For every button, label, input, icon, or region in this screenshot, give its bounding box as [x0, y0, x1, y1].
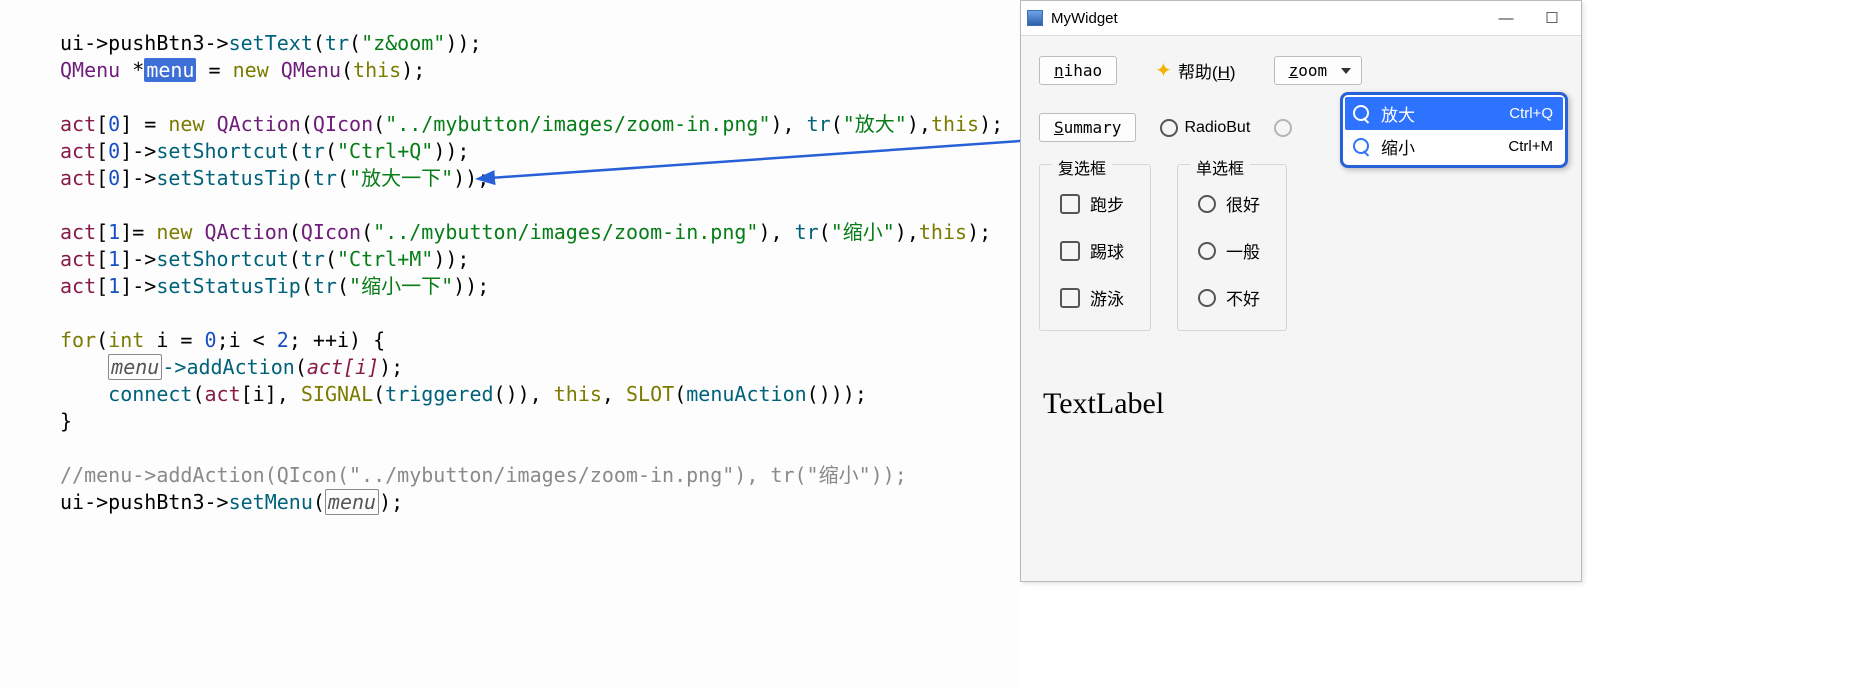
radio-item[interactable]: 一般: [1198, 238, 1260, 263]
window-title: MyWidget: [1051, 10, 1118, 27]
zoom-out-icon: [1353, 138, 1371, 156]
help-icon: ✦: [1155, 58, 1172, 83]
radio-icon: [1198, 242, 1216, 260]
chevron-down-icon: [1341, 68, 1351, 74]
nihao-button[interactable]: nihao: [1039, 56, 1117, 85]
radio-icon: [1274, 119, 1292, 137]
summary-button[interactable]: Summary: [1039, 113, 1136, 142]
code-editor[interactable]: ui->pushBtn3->setText(tr("z&oom")); QMen…: [0, 0, 1020, 688]
radio-inline-2[interactable]: [1274, 119, 1292, 137]
checkbox-item[interactable]: 踢球: [1060, 238, 1124, 263]
menu-item-zoom-in[interactable]: 放大 Ctrl+Q: [1345, 97, 1563, 130]
group-title: 单选框: [1190, 155, 1250, 179]
app-window: MyWidget — ☐ nihao ✦ 帮助(H) zoom Summary: [1020, 0, 1582, 582]
maximize-button[interactable]: ☐: [1529, 3, 1575, 33]
radio-item[interactable]: 不好: [1198, 285, 1260, 310]
help-label[interactable]: ✦ 帮助(H): [1155, 58, 1235, 83]
radio-group: 单选框 很好 一般 不好: [1177, 164, 1287, 331]
minimize-button[interactable]: —: [1483, 3, 1529, 33]
titlebar[interactable]: MyWidget — ☐: [1021, 1, 1581, 36]
checkbox-item[interactable]: 游泳: [1060, 285, 1124, 310]
app-icon: [1027, 10, 1043, 26]
checkbox-icon: [1060, 288, 1080, 308]
text-label: TextLabel: [1043, 387, 1563, 421]
radio-item[interactable]: 很好: [1198, 191, 1260, 216]
zoom-menu: 放大 Ctrl+Q 缩小 Ctrl+M: [1340, 92, 1568, 168]
checkbox-icon: [1060, 194, 1080, 214]
checkbox-group: 复选框 跑步 踢球 游泳: [1039, 164, 1151, 331]
menu-item-zoom-out[interactable]: 缩小 Ctrl+M: [1345, 130, 1563, 163]
selection: menu: [144, 58, 196, 82]
zoom-button[interactable]: zoom: [1274, 56, 1363, 85]
group-title: 复选框: [1052, 155, 1112, 179]
checkbox-item[interactable]: 跑步: [1060, 191, 1124, 216]
radio-icon: [1198, 289, 1216, 307]
radio-icon: [1160, 119, 1178, 137]
radio-inline-1[interactable]: RadioBut: [1160, 119, 1250, 137]
radio-icon: [1198, 195, 1216, 213]
checkbox-icon: [1060, 241, 1080, 261]
zoom-in-icon: [1353, 105, 1371, 123]
